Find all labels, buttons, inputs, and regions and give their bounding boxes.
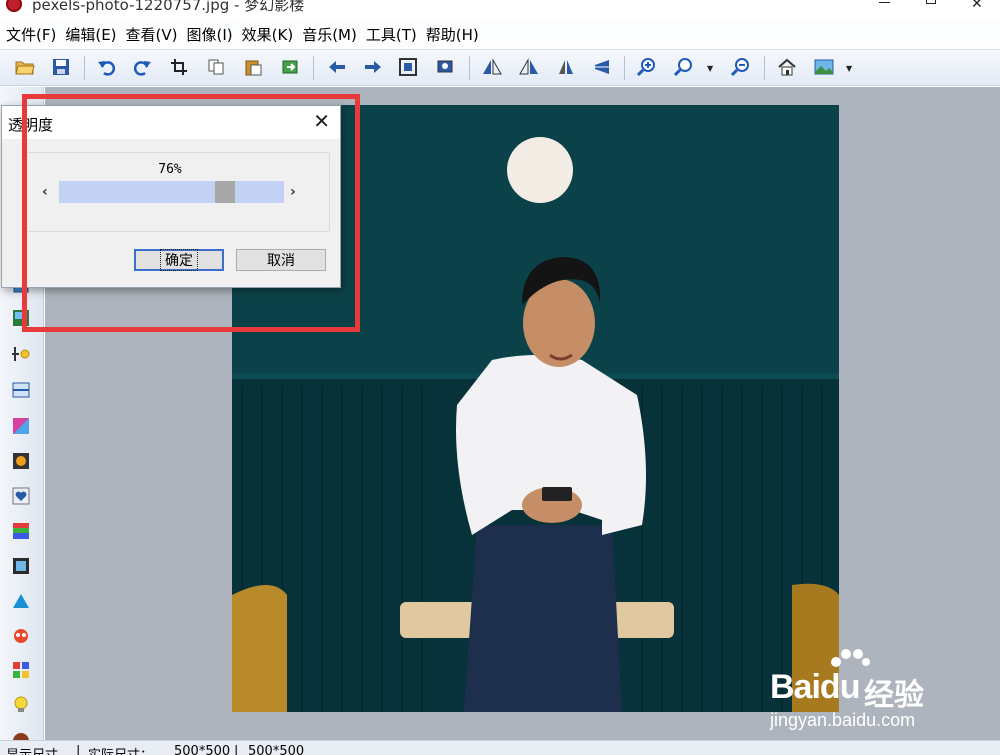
display-size-value: 500*500: [248, 744, 305, 755]
minimize-icon: [879, 2, 890, 3]
tool-sparkle-icon[interactable]: [11, 344, 31, 364]
toolbar-separator: [469, 56, 470, 80]
tool-mask-icon[interactable]: [11, 626, 31, 646]
redo-icon[interactable]: [132, 56, 154, 78]
wallpaper-dropdown-icon[interactable]: ▼: [846, 64, 852, 73]
watermark-url: jingyan.baidu.com: [770, 710, 916, 730]
zoom-in-icon[interactable]: [636, 56, 658, 78]
menu-view[interactable]: 查看(V): [124, 24, 185, 45]
title-bar: pexels-photo-1220757.jpg - 梦幻影楼 ✕: [0, 0, 1000, 21]
undo-icon[interactable]: [95, 56, 117, 78]
minimize-button[interactable]: [862, 0, 908, 21]
tool-window-icon[interactable]: [11, 380, 31, 400]
fit-icon[interactable]: [397, 56, 419, 78]
menu-file[interactable]: 文件(F): [4, 24, 63, 45]
flip-left-icon[interactable]: [481, 56, 503, 78]
toolbar-separator: [764, 56, 765, 80]
app-logo-icon: [6, 0, 22, 12]
toolbar-separator: [624, 56, 625, 80]
zoom-out-icon[interactable]: [730, 56, 752, 78]
menu-help[interactable]: 帮助(H): [424, 24, 486, 45]
crop-icon[interactable]: [168, 56, 190, 78]
watermark-jingyan: 经验: [864, 678, 924, 713]
close-button[interactable]: ✕: [954, 0, 1000, 21]
display-size-label: 显示尺寸: [6, 744, 58, 755]
tool-photo-icon[interactable]: [11, 451, 31, 471]
wallpaper-icon[interactable]: [813, 56, 835, 78]
zoom-dropdown-icon[interactable]: ▼: [707, 64, 713, 73]
menu-bar: 文件(F) 编辑(E) 查看(V) 图像(I) 效果(K) 音乐(M) 工具(T…: [0, 21, 1000, 47]
tool-gradient-icon[interactable]: [11, 416, 31, 436]
tool-heart-icon[interactable]: [11, 486, 31, 506]
toolbar-separator: [313, 56, 314, 80]
prev-icon[interactable]: [326, 56, 348, 78]
menu-edit[interactable]: 编辑(E): [63, 24, 123, 45]
mirror-v-icon[interactable]: [590, 56, 612, 78]
status-separator: |: [76, 744, 81, 755]
zoom-icon[interactable]: [673, 56, 695, 78]
home-icon[interactable]: [776, 56, 798, 78]
menu-tools[interactable]: 工具(T): [364, 24, 424, 45]
menu-effects[interactable]: 效果(K): [240, 24, 301, 45]
actual-size-label: 实际尺寸：: [88, 744, 153, 755]
highlight-box: [22, 94, 360, 332]
status-separator: |: [234, 744, 239, 755]
toolbar-separator: [84, 56, 85, 80]
maximize-icon: [926, 0, 936, 4]
window-controls: ✕: [862, 0, 1000, 21]
mirror-h-icon[interactable]: [555, 56, 577, 78]
slideshow-icon[interactable]: [434, 56, 456, 78]
maximize-button[interactable]: [908, 0, 954, 21]
close-icon: ✕: [971, 0, 983, 12]
save-icon[interactable]: [50, 56, 72, 78]
flip-right-icon[interactable]: [518, 56, 540, 78]
status-bar: 显示尺寸 | 实际尺寸： 500*500 | 500*500: [0, 740, 1000, 755]
tool-triangle-icon[interactable]: [11, 591, 31, 611]
menu-image[interactable]: 图像(I): [185, 24, 240, 45]
watermark-brand: Baidu: [770, 668, 860, 706]
tool-film-icon[interactable]: [11, 556, 31, 576]
menu-music[interactable]: 音乐(M): [300, 24, 364, 45]
main-toolbar: ▼ ▼: [0, 49, 1000, 86]
copy-icon[interactable]: [205, 56, 227, 78]
next-icon[interactable]: [362, 56, 384, 78]
tool-rainbow-icon[interactable]: [11, 521, 31, 541]
export-icon[interactable]: [279, 56, 301, 78]
actual-size-value: 500*500: [174, 744, 231, 755]
tool-grid-icon[interactable]: [11, 660, 31, 680]
paste-icon[interactable]: [242, 56, 264, 78]
tool-bulb-icon[interactable]: [11, 695, 31, 715]
window-title: pexels-photo-1220757.jpg - 梦幻影楼: [32, 0, 305, 14]
open-icon[interactable]: [14, 56, 36, 78]
baidu-watermark: Baidu 经验 jingyan.baidu.com: [770, 648, 990, 733]
